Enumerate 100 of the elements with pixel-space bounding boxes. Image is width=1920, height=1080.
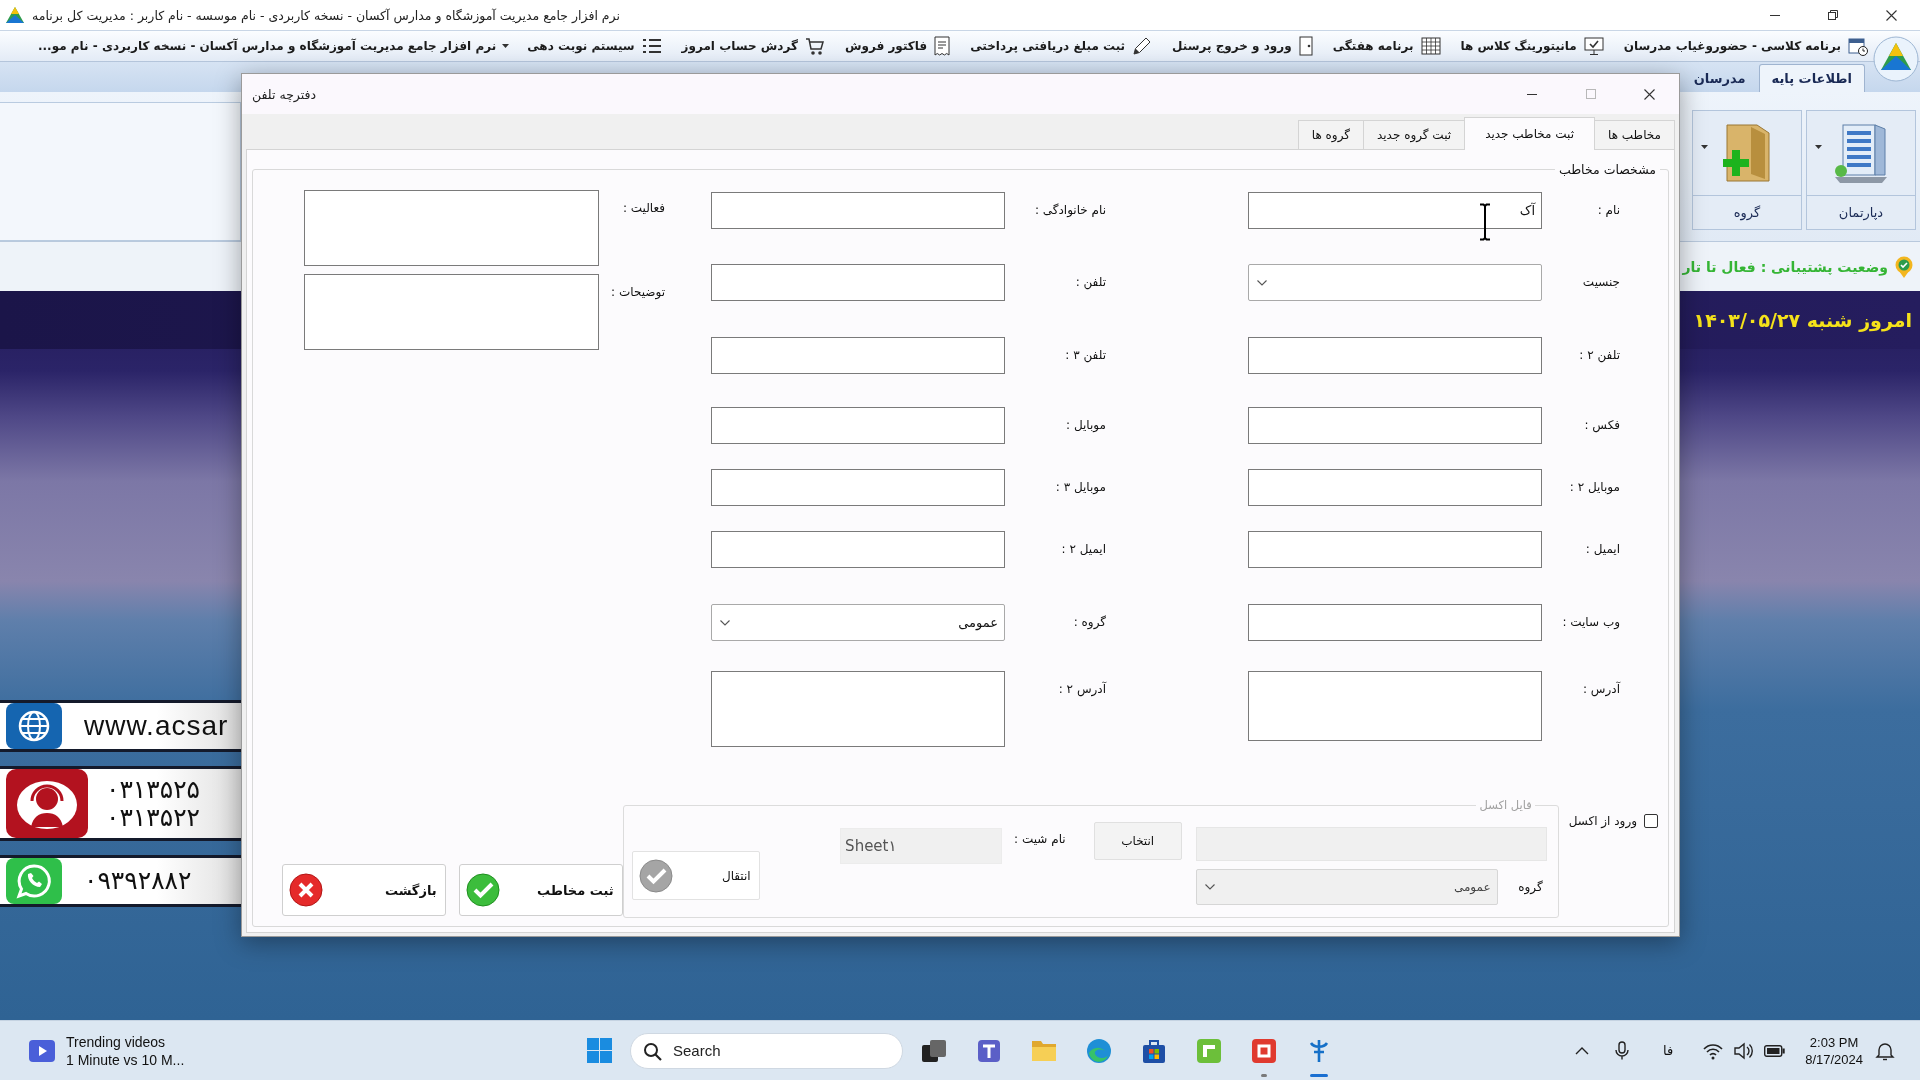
browser-icon[interactable]	[1085, 1037, 1112, 1064]
clock-time[interactable]: 2:03 PM	[1809, 1033, 1859, 1051]
cross-icon	[288, 873, 323, 907]
minimize-icon	[1770, 14, 1780, 16]
caret-icon	[502, 44, 510, 48]
headset-icon	[6, 769, 88, 838]
logo-icon[interactable]	[1873, 36, 1919, 82]
toolbar-button[interactable]: ثبت مبلغ دریافتی پرداختی	[968, 33, 1155, 59]
field-label: جنسیت	[1582, 275, 1620, 289]
app-icon[interactable]	[1195, 1037, 1222, 1064]
search-field[interactable]: Search	[630, 1032, 903, 1069]
field-label: تلفن ۲ :	[1579, 348, 1620, 362]
dropdown[interactable]: عمومی	[711, 604, 1005, 641]
text-field[interactable]: آک	[1248, 192, 1542, 229]
save-button[interactable]: ثبت مخاطب	[458, 864, 623, 916]
toolbar-button[interactable]: برنامه هفتگی	[1330, 33, 1443, 59]
maximize-icon	[1585, 89, 1596, 99]
back-button[interactable]: بازگشت	[281, 864, 446, 916]
text-field[interactable]	[1248, 531, 1542, 568]
toolbar-button[interactable]: سیستم نوبت دهی	[525, 33, 664, 59]
ribbon-tab[interactable]: مدرسان	[1680, 64, 1759, 92]
toolbar-button[interactable]: مانیتورینگ کلاس ها	[1458, 33, 1606, 59]
field-label: موبایل ۲ :	[1569, 480, 1620, 494]
minimize-icon	[1526, 93, 1537, 95]
logo-icon	[6, 7, 24, 23]
window-title: نرم افزار جامع مدیریت آموزشگاه و مدارس آکسان - نسخه کاربردی - نام موسسه - نام کاربر : مدیریت کل برنامه	[32, 7, 620, 23]
search-icon	[643, 1041, 662, 1061]
grid-icon	[1420, 36, 1441, 56]
field-label: موبایل :	[1066, 418, 1106, 432]
text-area[interactable]	[304, 190, 599, 266]
text-field[interactable]	[711, 337, 1005, 374]
tab[interactable]: گروه ها	[1297, 120, 1364, 149]
phone-number: ۰۳۱۳۵۲۵	[106, 776, 200, 804]
toolbar-button[interactable]: ورود و خروج پرسنل	[1170, 33, 1315, 59]
ribbon-button[interactable]: دپارتمان	[1806, 110, 1916, 230]
module-dropdown[interactable]: نرم افزار جامع مدیریت آموزشگاه و مدارس آکسان - نسخه کاربردی - نام مو...	[8, 33, 510, 59]
check-icon	[465, 873, 500, 907]
check-icon	[638, 858, 673, 893]
field-label: وب سایت :	[1562, 615, 1620, 629]
dialog-title: دفترچه تلفن	[252, 86, 317, 102]
field-label: نام خانوادگی :	[1034, 203, 1106, 217]
play-icon[interactable]	[29, 1039, 55, 1062]
speaker-icon[interactable]	[1734, 1040, 1754, 1061]
toolbar-button[interactable]: برنامه کلاسی - حضوروغیاب مدرسان	[1621, 33, 1870, 59]
support-status: وضعیت پشتیبانی : فعال تا تار	[1682, 258, 1888, 275]
close-icon	[1644, 88, 1655, 100]
website-text: www.acsar	[84, 710, 229, 742]
ribbon-tab[interactable]: اطلاعات پایه	[1758, 64, 1865, 92]
cart-icon	[804, 36, 825, 56]
globe-icon	[6, 703, 62, 749]
dropdown[interactable]	[1248, 264, 1542, 301]
field-label: نام شیت :	[1014, 832, 1066, 846]
chevron-up-icon[interactable]	[1574, 1046, 1589, 1055]
chevron-down-icon	[720, 619, 730, 626]
field-label: توضیحات :	[611, 285, 665, 299]
bell-icon[interactable]	[1875, 1040, 1895, 1061]
widget-title[interactable]: Trending videos	[66, 1032, 185, 1051]
phone-number: ۰۳۱۳۵۲۲	[106, 803, 200, 831]
text-area[interactable]	[304, 274, 599, 350]
clock-date[interactable]: 8/17/2024	[1805, 1050, 1863, 1068]
store-icon[interactable]	[1140, 1037, 1167, 1064]
field-label: گروه	[1518, 880, 1543, 894]
widget-subtitle[interactable]: 1 Minute vs 10 M...	[66, 1050, 185, 1069]
windows-logo-icon[interactable]	[587, 1038, 612, 1063]
chevron-down-icon	[1257, 279, 1267, 286]
text-area[interactable]	[711, 671, 1005, 747]
text-field[interactable]	[711, 264, 1005, 301]
field-label: آدرس ۲ :	[1058, 682, 1106, 696]
task-view-icon[interactable]	[920, 1037, 947, 1064]
language-indicator[interactable]: فا	[1662, 1043, 1674, 1058]
text-field[interactable]	[711, 531, 1005, 568]
text-field[interactable]	[1248, 604, 1542, 641]
tab[interactable]: مخاطب ها	[1594, 120, 1675, 149]
text-cursor-icon	[1478, 203, 1492, 241]
tab[interactable]: ثبت مخاطب جدید	[1464, 117, 1596, 150]
close-icon	[1885, 9, 1897, 21]
group-title: فایل اکسل	[1478, 798, 1533, 812]
field-label: فعالیت :	[622, 201, 665, 215]
app-icon[interactable]	[1250, 1037, 1277, 1064]
toolbar-button[interactable]: گردش حساب امروز	[679, 33, 827, 59]
microphone-icon[interactable]	[1614, 1041, 1629, 1060]
list-icon	[641, 38, 662, 54]
group-title: مشخصات مخاطب	[1557, 162, 1657, 177]
chat-app-icon[interactable]	[975, 1037, 1002, 1064]
wifi-icon[interactable]	[1703, 1041, 1724, 1060]
field-label: آدرس :	[1583, 682, 1620, 696]
battery-icon[interactable]	[1764, 1044, 1786, 1057]
text-field[interactable]	[711, 192, 1005, 229]
text-field[interactable]	[1248, 407, 1542, 444]
toolbar-button[interactable]: فاکتور فروش	[842, 33, 953, 59]
text-field[interactable]	[711, 407, 1005, 444]
field-label: تلفن :	[1075, 275, 1106, 289]
caret-icon	[1815, 145, 1822, 149]
ribbon-button[interactable]: گروه	[1692, 110, 1802, 230]
text-area[interactable]	[1248, 671, 1542, 741]
text-field[interactable]	[711, 469, 1005, 506]
monitor-icon	[1583, 36, 1604, 56]
restore-icon	[1828, 10, 1838, 20]
text-field[interactable]	[1248, 469, 1542, 506]
text-field[interactable]	[1248, 337, 1542, 374]
